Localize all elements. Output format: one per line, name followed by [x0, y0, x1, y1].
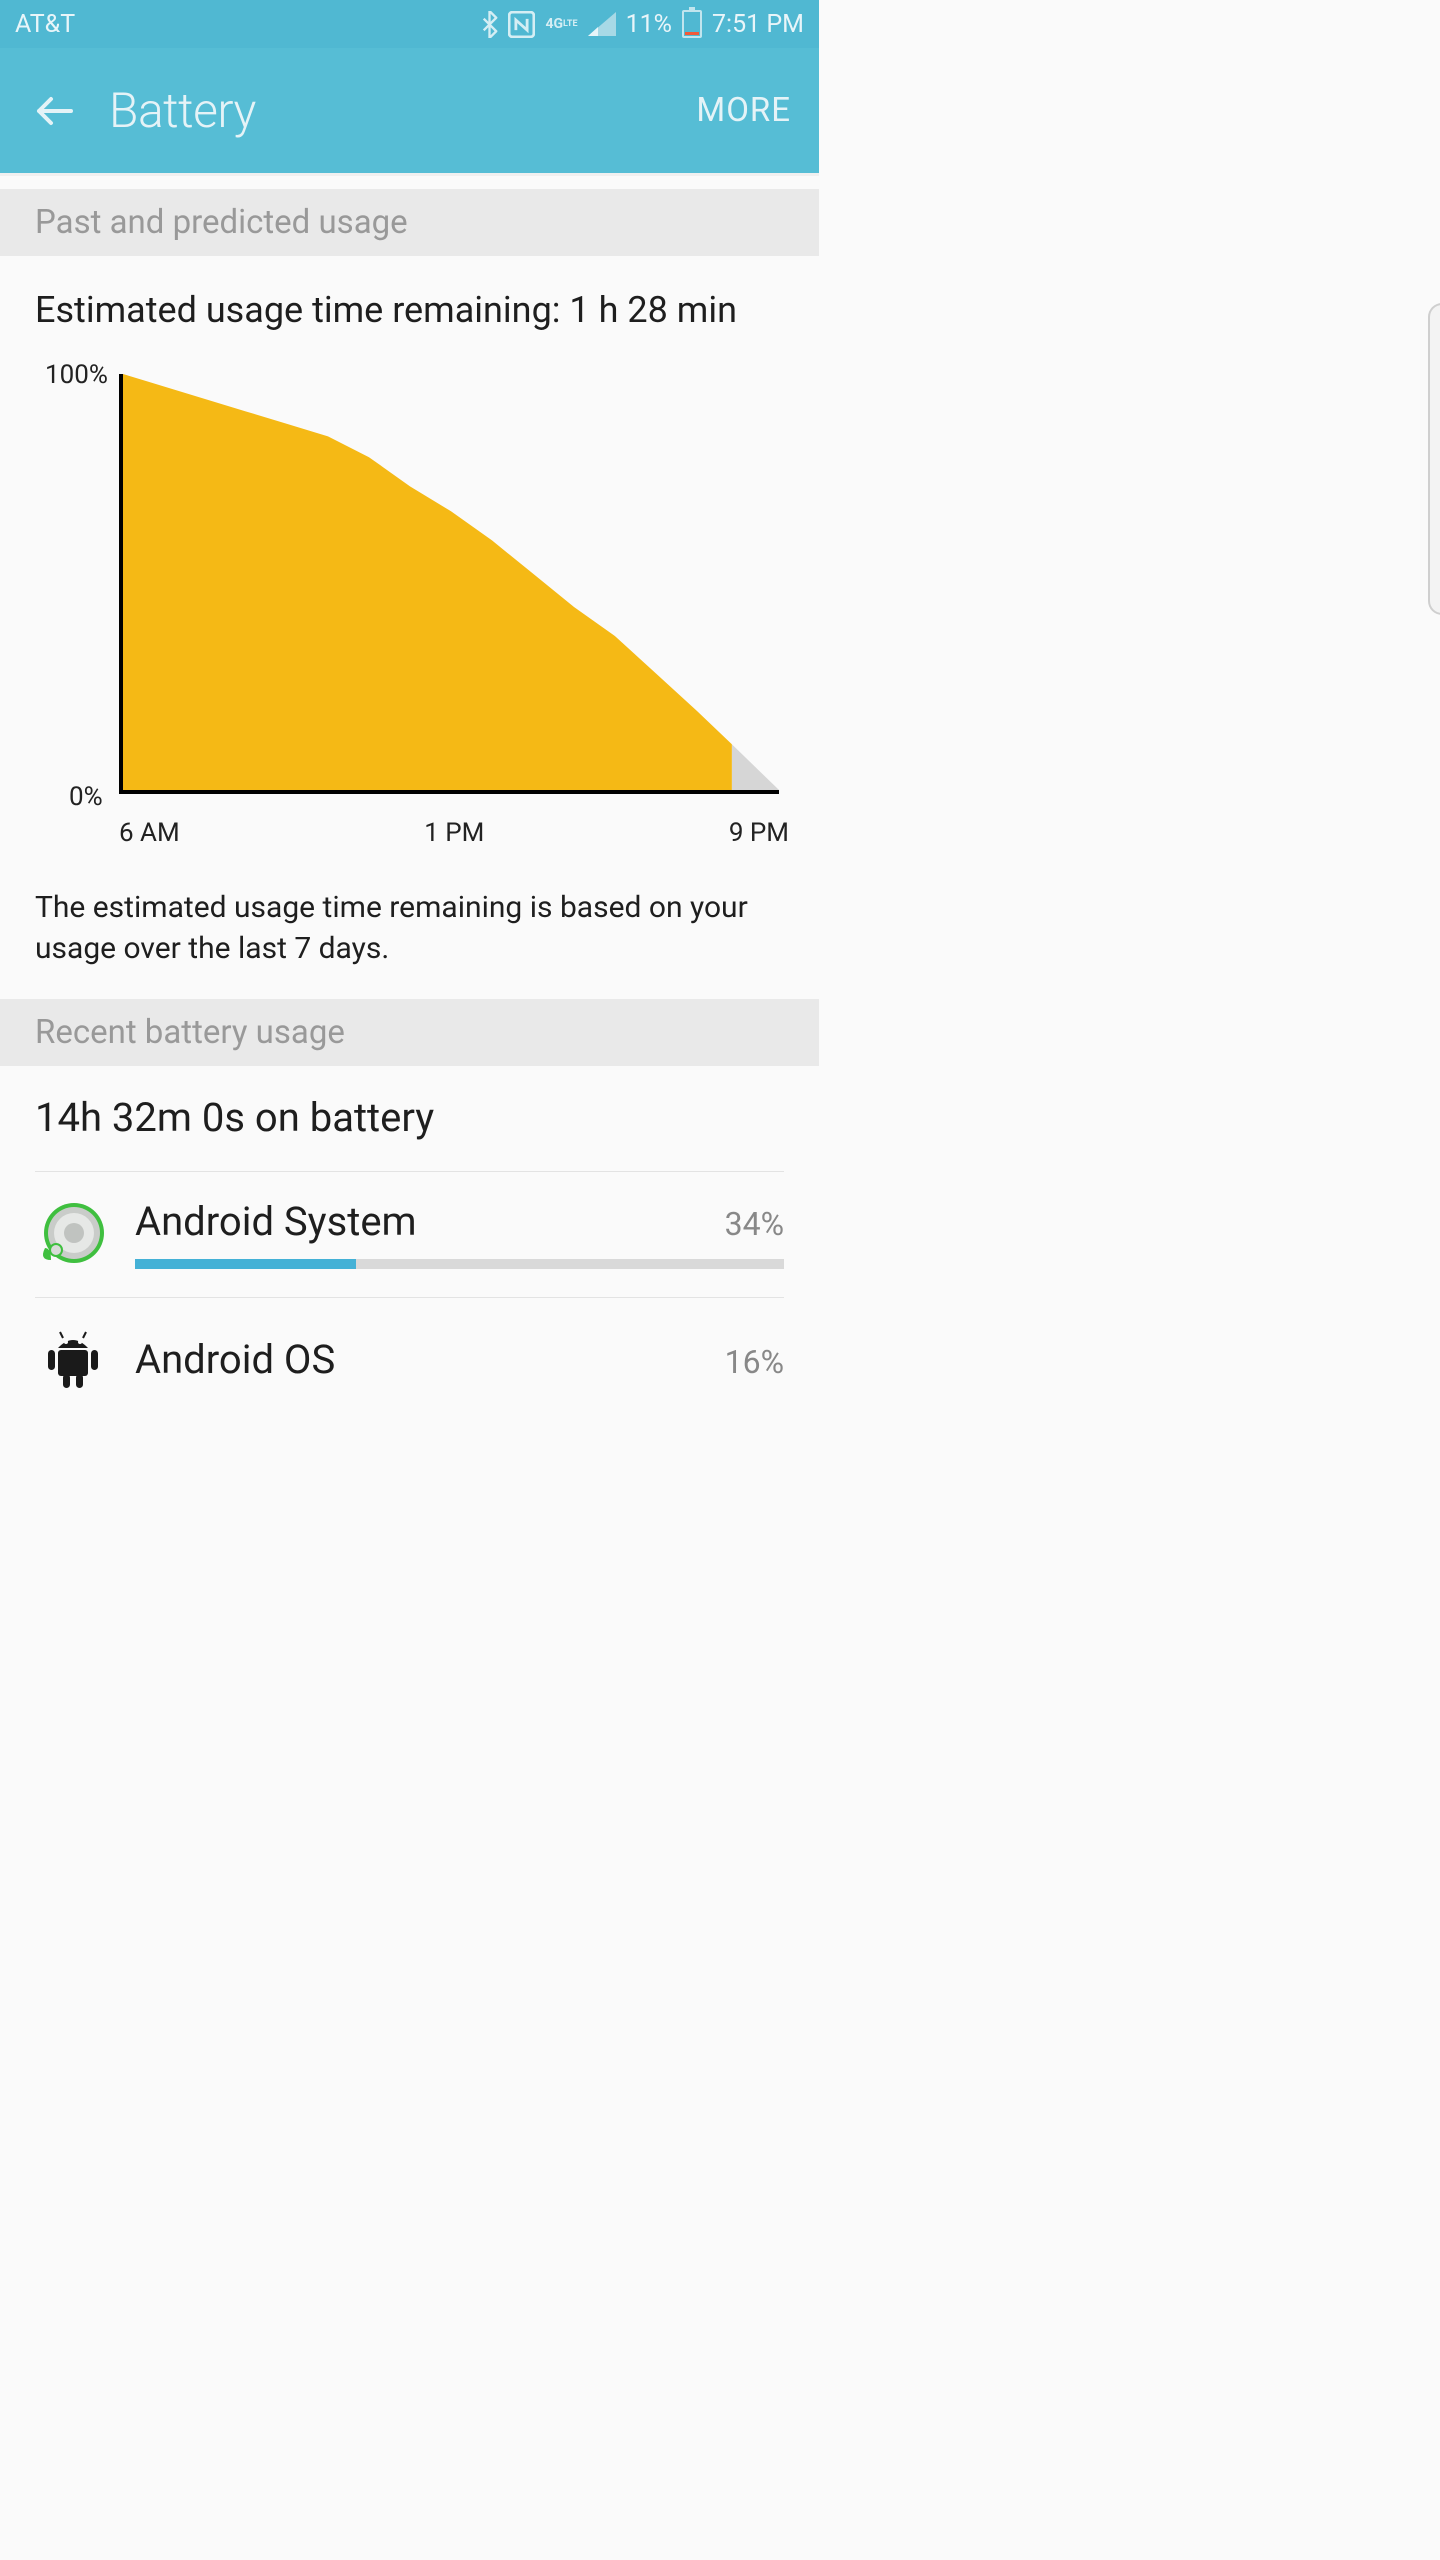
usage-item-android-os[interactable]: Android OS 16% — [35, 1298, 784, 1397]
network-type-icon: 4GLTE — [545, 18, 577, 31]
battery-icon — [682, 10, 702, 38]
section-header-recent-usage: Recent battery usage — [0, 999, 819, 1066]
on-battery-duration: 14h 32m 0s on battery — [35, 1094, 784, 1172]
usage-item-name: Android OS — [135, 1336, 335, 1383]
usage-bar-fill — [135, 1259, 356, 1269]
y-axis-bottom-label: 0% — [69, 782, 103, 812]
usage-summary-block: Estimated usage time remaining: 1 h 28 m… — [0, 256, 819, 999]
battery-pct-label: 11% — [626, 10, 672, 39]
usage-item-pct: 34% — [725, 1205, 784, 1243]
scroll-handle[interactable] — [1428, 303, 1440, 615]
more-button[interactable]: MORE — [696, 91, 791, 130]
estimate-note: The estimated usage time remaining is ba… — [35, 888, 784, 969]
usage-item-android-system[interactable]: Android System 34% — [35, 1172, 784, 1298]
carrier-label: AT&T — [15, 10, 75, 39]
signal-icon — [588, 12, 616, 36]
android-os-icon — [35, 1322, 110, 1397]
bluetooth-icon — [481, 11, 498, 38]
clock-label: 7:51 PM — [712, 10, 804, 39]
recent-usage-block: 14h 32m 0s on battery Android System 34% — [0, 1066, 819, 1407]
page-title: Battery — [109, 82, 696, 139]
usage-item-name: Android System — [135, 1198, 417, 1245]
x-tick-label: 9 PM — [729, 818, 789, 848]
app-bar: Battery MORE — [0, 48, 819, 173]
nfc-icon — [508, 11, 535, 38]
estimate-remaining-label: Estimated usage time remaining: 1 h 28 m… — [35, 289, 784, 331]
x-axis-labels: 6 AM 1 PM 9 PM — [93, 806, 789, 848]
back-arrow-icon[interactable] — [35, 91, 75, 131]
android-system-icon — [35, 1196, 110, 1271]
section-header-past-predicted: Past and predicted usage — [0, 189, 819, 256]
spacer — [0, 176, 819, 189]
x-tick-label: 1 PM — [424, 818, 484, 848]
battery-chart[interactable]: 100% 0% — [45, 366, 779, 806]
y-axis-top-label: 100% — [45, 360, 108, 390]
status-bar: AT&T 4GLTE 11% 7:51 PM — [0, 0, 819, 48]
chart-plot-area — [119, 374, 779, 794]
usage-item-pct: 16% — [725, 1343, 784, 1381]
x-tick-label: 6 AM — [119, 818, 180, 848]
usage-bar — [135, 1259, 784, 1269]
